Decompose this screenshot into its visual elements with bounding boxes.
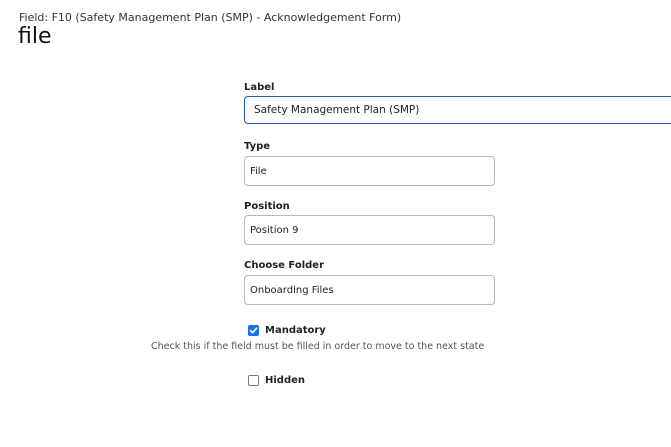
type-input[interactable]: File [244, 156, 495, 186]
page-title: file [18, 24, 52, 49]
mandatory-checkbox[interactable] [248, 325, 259, 336]
position-input[interactable]: Position 9 [244, 215, 495, 245]
hidden-label: Hidden [265, 375, 306, 386]
label-input[interactable]: Safety Management Plan (SMP) [244, 96, 671, 124]
choose-folder-field-label: Choose Folder [244, 260, 325, 271]
mandatory-help-text: Check this if the field must be filled i… [151, 341, 485, 352]
hidden-checkbox[interactable] [248, 375, 259, 386]
type-field-label: Type [244, 141, 271, 152]
choose-folder-select[interactable]: Onboarding Files [244, 275, 495, 305]
mandatory-option[interactable]: Mandatory [248, 325, 326, 336]
position-field-label: Position [244, 201, 290, 212]
mandatory-label: Mandatory [265, 325, 326, 336]
hidden-option[interactable]: Hidden [248, 375, 305, 386]
label-field-label: Label [244, 82, 275, 93]
field-caption: Field: F10 (Safety Management Plan (SMP)… [19, 11, 402, 24]
checkmark-icon [249, 327, 258, 334]
